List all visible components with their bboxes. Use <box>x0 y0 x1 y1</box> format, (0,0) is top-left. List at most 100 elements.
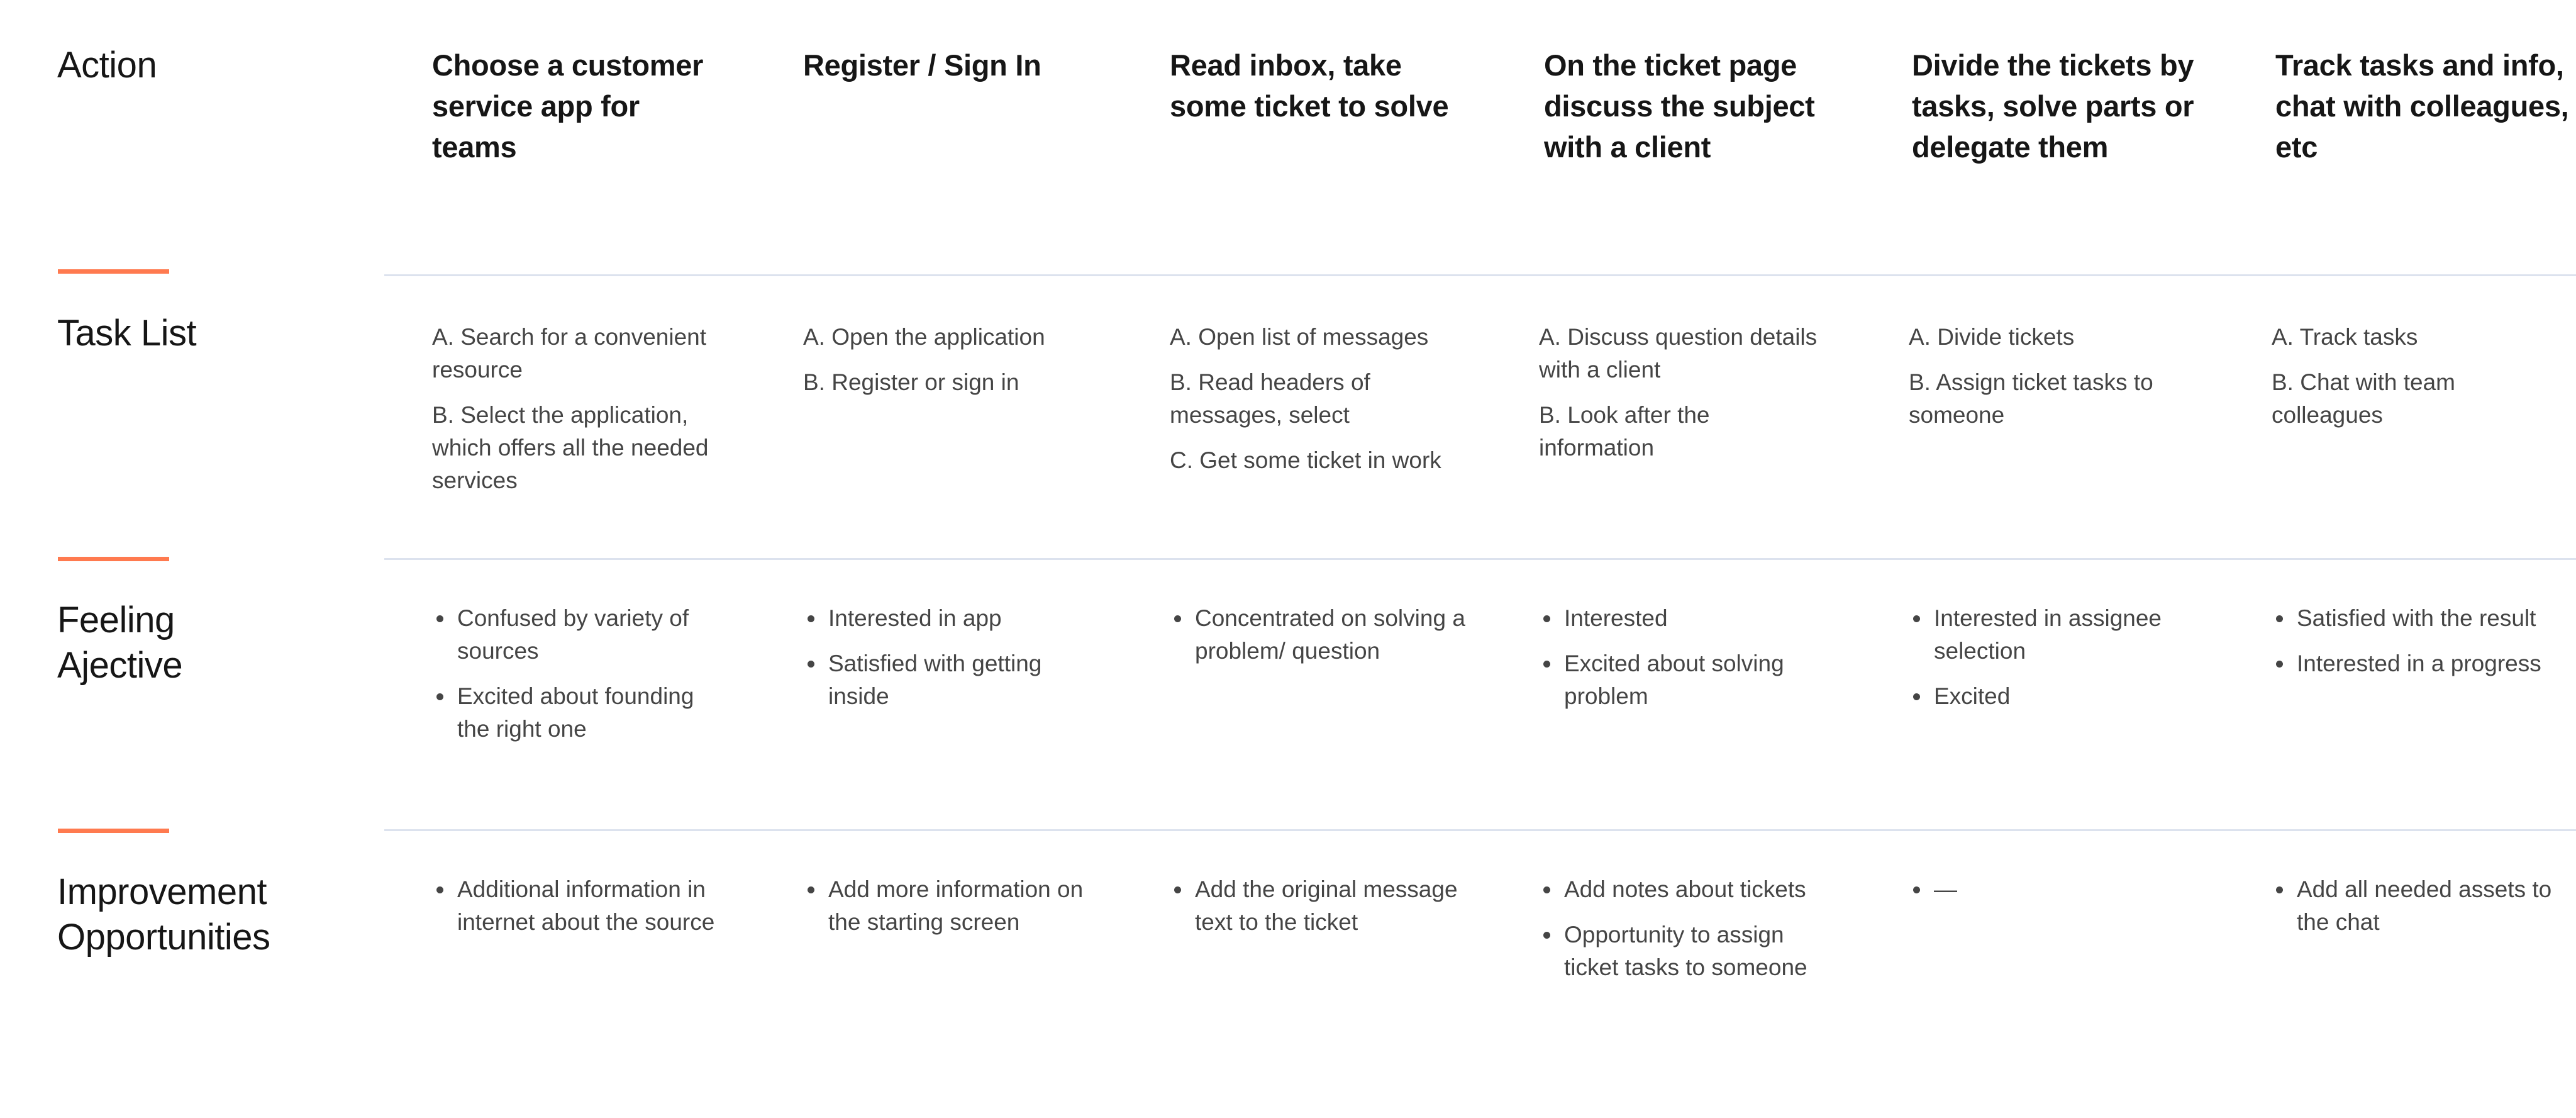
feeling-item-text: Interested in app <box>828 605 1002 631</box>
feeling-item: Interested in assignee selection <box>1909 602 2198 668</box>
stage-task-cell: A. Open list of messages B. Read headers … <box>1170 321 1472 489</box>
feeling-item: Satisfied with getting inside <box>803 647 1099 713</box>
improvement-item-text: Add more information on the starting scr… <box>828 876 1084 935</box>
improvement-item: Add all needed assets to the chat <box>2272 873 2567 939</box>
improvement-item: Additional information in internet about… <box>432 873 728 939</box>
improvement-item-text: Add notes about tickets <box>1564 876 1806 902</box>
row-label-improvement: Improvement Opportunities <box>57 869 270 960</box>
task-item: B. Chat with team colleagues <box>2272 369 2456 428</box>
row-label-feeling: Feeling Ajective <box>57 598 183 688</box>
row-divider <box>384 829 2576 831</box>
bullet-icon <box>1543 615 1550 622</box>
feeling-item: Excited <box>1909 680 2198 713</box>
feeling-item-text: Excited about founding the right one <box>457 683 694 742</box>
accent-bar <box>58 269 169 274</box>
feeling-list: Satisfied with the result Interested in a… <box>2272 602 2567 680</box>
bullet-icon <box>1913 886 1920 893</box>
feeling-item-text: Interested <box>1564 605 1668 631</box>
improvement-item-text: Add the original message text to the tic… <box>1195 876 1458 935</box>
task-item: A. Search for a convenient resource <box>432 324 707 383</box>
task-list: A. Discuss question details with a clien… <box>1539 321 1828 464</box>
row-label-feeling-line1: Feeling <box>57 600 175 640</box>
feeling-item: Satisfied with the result <box>2272 602 2567 635</box>
task-item: A. Discuss question details with a clien… <box>1539 324 1818 383</box>
bullet-icon <box>1543 886 1550 893</box>
row-divider <box>384 558 2576 560</box>
bullet-icon <box>1543 661 1550 668</box>
improvement-list: Add all needed assets to the chat <box>2272 873 2567 939</box>
feeling-item-text: Satisfied with the result <box>2297 605 2536 631</box>
improvement-list: Add the original message text to the tic… <box>1170 873 1472 939</box>
improvement-item-text: Opportunity to assign ticket tasks to so… <box>1564 922 1807 980</box>
feeling-list: Interested in app Satisfied with getting … <box>803 602 1099 713</box>
stage-feelings-cell: Concentrated on solving a problem/ quest… <box>1170 602 1472 680</box>
feeling-item: Concentrated on solving a problem/ quest… <box>1170 602 1472 668</box>
stage-action-title: On the ticket page discuss the subject w… <box>1544 48 1815 164</box>
improvement-list: Add more information on the starting scr… <box>803 873 1099 939</box>
feeling-list: Confused by variety of sources Excited ab… <box>432 602 728 746</box>
improvement-item: Add more information on the starting scr… <box>803 873 1099 939</box>
task-item: C. Get some ticket in work <box>1170 447 1441 473</box>
row-label-improvement-line2: Opportunities <box>57 917 270 958</box>
feeling-item-text: Concentrated on solving a problem/ quest… <box>1195 605 1465 664</box>
task-list: A. Open the application B. Register or si… <box>803 321 1099 399</box>
feeling-item-text: Excited <box>1934 683 2011 709</box>
improvement-list: Additional information in internet about… <box>432 873 728 939</box>
feeling-item: Excited about solving problem <box>1539 647 1828 713</box>
bullet-icon <box>436 886 443 893</box>
stage-feelings-cell: Satisfied with the result Interested in a… <box>2272 602 2567 693</box>
improvement-item-text: Additional information in internet about… <box>457 876 715 935</box>
bullet-icon <box>1913 615 1920 622</box>
stage-feelings-cell: Interested Excited about solving problem <box>1539 602 1828 725</box>
stage-action-title: Register / Sign In <box>803 48 1041 82</box>
bullet-icon <box>1913 693 1920 700</box>
feeling-list: Interested in assignee selection Excited <box>1909 602 2198 713</box>
task-item: B. Read headers of messages, select <box>1170 369 1370 428</box>
task-item: B. Assign ticket tasks to someone <box>1909 369 2153 428</box>
stage-task-cell: A. Track tasks B. Chat with team colleagu… <box>2272 321 2567 444</box>
bullet-icon <box>1174 615 1181 622</box>
task-item: A. Divide tickets <box>1909 324 2075 350</box>
feeling-item: Confused by variety of sources <box>432 602 728 668</box>
stage-task-cell: A. Discuss question details with a clien… <box>1539 321 1828 477</box>
stage-feelings-cell: Interested in assignee selection Excited <box>1909 602 2198 725</box>
row-label-task-list: Task List <box>57 311 197 356</box>
bullet-icon <box>2276 661 2283 668</box>
improvement-item-text: — <box>1934 876 1957 902</box>
stage-action-title: Divide the tickets by tasks, solve parts… <box>1912 48 2194 164</box>
improvement-item: Opportunity to assign ticket tasks to so… <box>1539 919 1828 984</box>
row-label-action-text: Action <box>57 45 157 86</box>
stage-improvements-cell: Add notes about tickets Opportunity to as… <box>1539 873 1828 997</box>
bullet-icon <box>1174 886 1181 893</box>
feeling-list: Interested Excited about solving problem <box>1539 602 1828 713</box>
improvement-item: — <box>1909 873 2198 906</box>
feeling-item-text: Interested in a progress <box>2297 651 2541 676</box>
row-label-improvement-line1: Improvement <box>57 871 267 912</box>
task-item: B. Select the application, which offers … <box>432 402 709 493</box>
stage-improvements-cell: Add more information on the starting scr… <box>803 873 1099 951</box>
bullet-icon <box>1543 932 1550 939</box>
stage-action-title: Track tasks and info, chat with colleagu… <box>2275 48 2569 164</box>
feeling-item-text: Excited about solving problem <box>1564 651 1784 709</box>
stage-task-cell: A. Search for a convenient resource B. Se… <box>432 321 728 510</box>
bullet-icon <box>2276 615 2283 622</box>
task-item: A. Open list of messages <box>1170 324 1429 350</box>
stage-task-cell: A. Open the application B. Register or si… <box>803 321 1099 411</box>
task-list: A. Divide tickets B. Assign ticket tasks … <box>1909 321 2198 432</box>
bullet-icon <box>808 886 814 893</box>
stage-improvements-cell: Add the original message text to the tic… <box>1170 873 1472 951</box>
bullet-icon <box>2276 886 2283 893</box>
row-divider <box>384 274 2576 276</box>
task-item: B. Look after the information <box>1539 402 1710 461</box>
bullet-icon <box>808 661 814 668</box>
feeling-list: Concentrated on solving a problem/ quest… <box>1170 602 1472 668</box>
accent-bar <box>58 829 169 833</box>
bullet-icon <box>436 693 443 700</box>
task-list: A. Track tasks B. Chat with team colleagu… <box>2272 321 2567 432</box>
improvement-item: Add notes about tickets <box>1539 873 1828 906</box>
feeling-item: Interested <box>1539 602 1828 635</box>
task-item: A. Track tasks <box>2272 324 2418 350</box>
task-list: A. Search for a convenient resource B. Se… <box>432 321 728 497</box>
feeling-item: Interested in app <box>803 602 1099 635</box>
feeling-item-text: Confused by variety of sources <box>457 605 689 664</box>
